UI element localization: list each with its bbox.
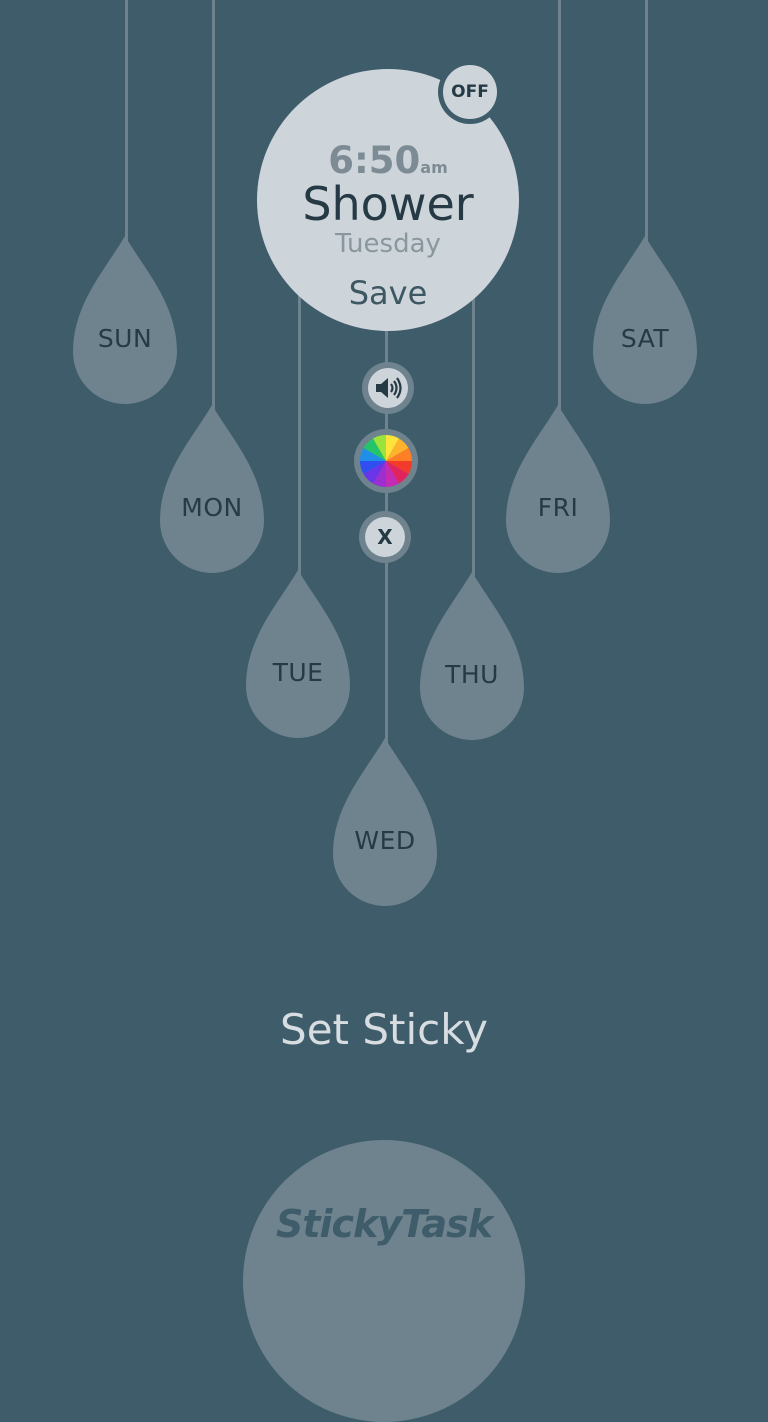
set-sticky-button[interactable]: Set Sticky bbox=[0, 1005, 768, 1054]
string-sun bbox=[125, 0, 128, 245]
day-label: THU bbox=[445, 660, 499, 689]
save-button[interactable]: Save bbox=[257, 274, 519, 312]
day-label: FRI bbox=[537, 493, 579, 522]
day-drop-sat[interactable]: SAT bbox=[593, 236, 697, 406]
task-time-value: 6:50 bbox=[328, 139, 421, 182]
string-tue bbox=[298, 290, 301, 580]
color-wheel-icon bbox=[360, 435, 412, 487]
day-label: MON bbox=[181, 493, 243, 522]
off-toggle-button[interactable]: OFF bbox=[438, 60, 502, 124]
day-drop-tue[interactable]: TUE bbox=[246, 570, 350, 740]
string-sat bbox=[645, 0, 648, 245]
string-fri bbox=[558, 0, 561, 415]
day-drop-sun[interactable]: SUN bbox=[73, 236, 177, 406]
day-drop-thu[interactable]: THU bbox=[420, 572, 524, 742]
task-time-ampm: am bbox=[420, 158, 448, 177]
string-thu bbox=[472, 290, 475, 580]
color-picker-button[interactable] bbox=[354, 429, 418, 493]
string-mon bbox=[212, 0, 215, 415]
sound-button[interactable] bbox=[362, 362, 414, 414]
delete-button[interactable]: X bbox=[359, 511, 411, 563]
brand-logo[interactable]: StickyTask bbox=[243, 1140, 525, 1422]
task-time[interactable]: 6:50am bbox=[257, 139, 519, 182]
day-label: WED bbox=[354, 826, 416, 855]
speaker-icon bbox=[376, 377, 402, 399]
off-toggle-label: OFF bbox=[443, 65, 497, 119]
day-drop-wed[interactable]: WED bbox=[333, 738, 437, 908]
day-label: SAT bbox=[620, 324, 670, 353]
day-drop-fri[interactable]: FRI bbox=[506, 405, 610, 575]
day-label: SUN bbox=[97, 324, 153, 353]
close-icon: X bbox=[365, 517, 405, 557]
task-day: Tuesday bbox=[335, 229, 441, 259]
day-drop-mon[interactable]: MON bbox=[160, 405, 264, 575]
brand-text: StickyTask bbox=[275, 1202, 493, 1246]
task-title[interactable]: Shower bbox=[257, 177, 519, 231]
day-label: TUE bbox=[272, 658, 324, 687]
